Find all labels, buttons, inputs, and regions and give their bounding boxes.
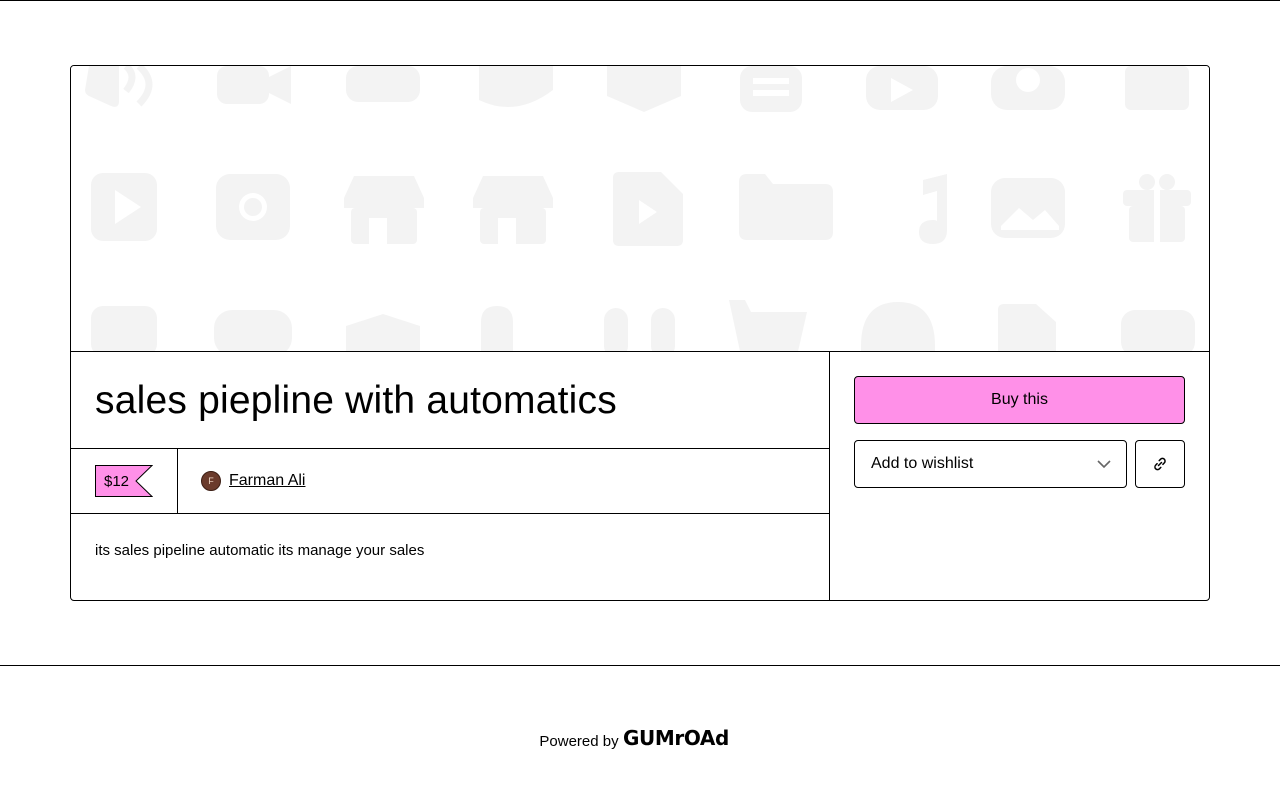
card-icon	[346, 66, 420, 102]
form-icon	[1121, 310, 1195, 351]
top-divider	[0, 0, 1280, 1]
cart-icon	[729, 300, 807, 351]
earbuds-icon	[604, 308, 675, 351]
creator-cell: F Farman Ali	[178, 449, 305, 513]
product-price: $12	[103, 472, 130, 490]
purchase-panel: Buy this Add to wishlist	[830, 352, 1209, 600]
chevron-down-icon	[1097, 460, 1111, 469]
creator-avatar[interactable]: F	[201, 471, 221, 491]
product-title: sales piepline with automatics	[95, 378, 617, 422]
powered-by-text: Powered by	[539, 732, 619, 750]
creator-link[interactable]: Farman Ali	[229, 472, 305, 490]
title-row: sales piepline with automatics	[71, 352, 829, 449]
video-camera-icon	[217, 66, 291, 104]
headphones-icon	[861, 302, 935, 351]
buy-button[interactable]: Buy this	[854, 376, 1185, 424]
gift-icon	[1125, 66, 1189, 110]
description-section: its sales pipeline automatic its manage …	[71, 514, 829, 559]
product-info: sales piepline with automatics $12 F Far…	[71, 352, 830, 600]
megaphone-icon	[85, 66, 153, 107]
envelope-icon	[346, 314, 420, 351]
gumroad-logo[interactable]: GUMrOAd	[623, 726, 741, 754]
product-cover	[71, 66, 1209, 352]
product-description: its sales pipeline automatic its manage …	[95, 542, 425, 559]
meta-row: $12 F Farman Ali	[71, 449, 829, 514]
folder-icon	[739, 174, 833, 240]
link-icon	[1154, 457, 1166, 471]
gumroad-wordmark: GUMrOAd	[623, 726, 729, 750]
add-to-wishlist-dropdown[interactable]: Add to wishlist	[854, 440, 1127, 488]
paperclip-icon	[481, 306, 513, 351]
book-icon	[607, 66, 681, 112]
music-note-icon	[919, 174, 947, 244]
price-tag: $12	[95, 465, 153, 497]
copy-link-button[interactable]	[1135, 440, 1185, 488]
cover-pattern-icons	[85, 66, 1195, 351]
printer-icon	[91, 306, 157, 351]
wishlist-label: Add to wishlist	[871, 455, 974, 472]
document-icon	[740, 66, 802, 112]
gamepad-icon	[214, 310, 292, 351]
product-card: sales piepline with automatics $12 F Far…	[70, 65, 1210, 601]
price-cell: $12	[71, 449, 178, 513]
footer-divider	[0, 665, 1280, 666]
file-icon	[998, 304, 1056, 351]
svg-text:GUMrOAd: GUMrOAd	[623, 728, 729, 750]
footer: Powered by GUMrOAd	[0, 726, 1280, 756]
shield-icon	[479, 66, 553, 108]
